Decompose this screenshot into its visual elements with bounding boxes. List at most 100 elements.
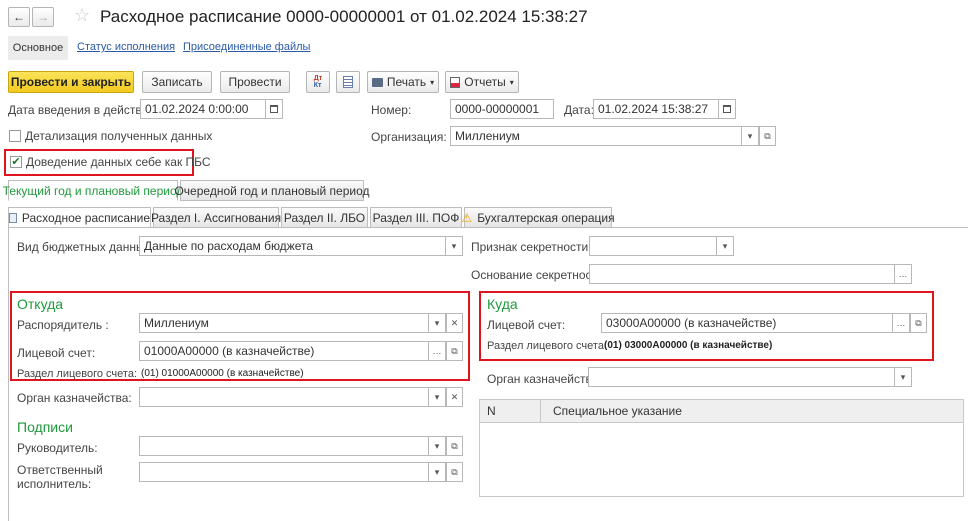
tab-next-year[interactable]: Очередной год и плановый период [174,180,370,201]
write-button[interactable]: Записать [142,71,212,93]
secrecy-field[interactable] [589,236,717,256]
forward-button[interactable]: → [32,7,54,27]
head-open-button[interactable]: ⧉ [446,436,463,456]
tab-current-year-label: Текущий год и плановый период [2,183,184,198]
manager-clear-button[interactable]: ✕ [446,313,463,333]
self-pbs-label: Доведение данных себе как ПБС [26,155,211,169]
open-window-icon: ⧉ [451,466,458,477]
report-icon [450,76,461,88]
treasury-dropdown[interactable]: ▾ [429,387,446,407]
effective-date-value: 01.02.2024 0:00:00 [145,102,249,116]
executor-field[interactable] [139,462,429,482]
tab-main[interactable]: Основное [8,36,68,60]
organization-label: Организация: [371,130,447,144]
post-and-close-label: Провести и закрыть [10,75,132,89]
printer-icon [371,77,383,87]
budget-type-dropdown[interactable]: ▾ [446,236,463,256]
print-label: Печать [386,75,427,89]
signatures-group-title: Подписи [17,419,73,435]
executor-label-line2: исполнитель: [17,477,92,491]
to-treasury-field[interactable] [588,367,895,387]
date-field[interactable]: 01.02.2024 15:38:27 [593,99,719,119]
chevron-down-icon: ▾ [722,240,728,251]
tab-current-year[interactable]: Текущий год и плановый период [3,180,183,201]
number-label: Номер: [371,103,412,117]
manager-dropdown[interactable]: ▾ [429,313,446,333]
to-section-value: (01) 03000A00000 (в казначействе) [604,340,773,351]
tab-section-1[interactable]: Раздел I. Ассигнования [150,207,282,228]
tab-section-2-label: Раздел II. ЛБО [283,210,366,225]
budget-type-field[interactable]: Данные по расходам бюджета [139,236,446,256]
head-dropdown[interactable]: ▾ [429,436,446,456]
close-icon: ✕ [450,317,459,328]
head-label: Руководитель: [17,441,98,455]
reports-button[interactable]: Отчеты ▾ [445,71,519,93]
open-window-icon: ⧉ [451,440,458,451]
number-field[interactable]: 0000-00000001 [450,99,554,119]
open-window-icon: ⧉ [764,130,771,141]
from-account-open-button[interactable]: ⧉ [446,341,463,361]
executor-label-line1: Ответственный [17,463,103,477]
to-treasury-dropdown[interactable]: ▾ [895,367,912,387]
post-label: Провести [228,75,282,89]
treasury-clear-button[interactable]: ✕ [446,387,463,407]
secrecy-basis-label: Основание секретности: [471,268,608,282]
manager-field[interactable]: Миллениум [139,313,429,333]
tab-attached-files-link[interactable]: Присоединенные файлы [183,41,310,53]
detail-checkbox[interactable] [9,130,21,142]
tab-expense-schedule[interactable]: Расходное расписание [8,207,151,228]
to-section-label: Раздел лицевого счета: [487,340,608,352]
treasury-field[interactable] [139,387,429,407]
self-pbs-checkbox[interactable]: ✔ [10,156,22,168]
executor-dropdown[interactable]: ▾ [429,462,446,482]
budget-type-label: Вид бюджетных данных: [17,240,154,254]
tab-next-year-label: Очередной год и плановый период [174,183,370,198]
to-account-open-button[interactable]: ⧉ [910,313,927,333]
dt-kt-button[interactable]: Дт Кт [306,71,330,93]
post-button[interactable]: Провести [220,71,290,93]
organization-field[interactable]: Миллениум [450,126,742,146]
secrecy-basis-select-button[interactable]: … [895,264,912,284]
calendar-button[interactable] [719,99,736,119]
tab-section-2[interactable]: Раздел II. ЛБО [281,207,368,228]
from-section-value: (01) 01000A00000 (в казначействе) [141,368,304,379]
effective-date-label: Дата введения в действие: [8,103,159,117]
favorite-star-icon[interactable]: ☆ [74,5,90,26]
calendar-icon [270,105,278,113]
tab-section-3[interactable]: Раздел III. ПОФ [370,207,462,228]
effective-date-field[interactable]: 01.02.2024 0:00:00 [140,99,266,119]
from-section-label: Раздел лицевого счета: [17,368,138,380]
list-button[interactable] [336,71,360,93]
chevron-down-icon: ▾ [900,371,906,382]
calendar-button[interactable] [266,99,283,119]
chevron-down-icon: ▾ [434,317,440,328]
table-header-n[interactable]: N [479,399,541,423]
post-and-close-button[interactable]: Провести и закрыть [8,71,134,93]
to-account-field[interactable]: 03000A00000 (в казначействе) [601,313,893,333]
print-button[interactable]: Печать ▾ [367,71,439,93]
organization-open-button[interactable]: ⧉ [759,126,776,146]
executor-open-button[interactable]: ⧉ [446,462,463,482]
back-button[interactable]: ← [8,7,30,27]
organization-dropdown[interactable]: ▾ [742,126,759,146]
from-account-select-button[interactable]: … [429,341,446,361]
number-value: 0000-00000001 [455,102,540,116]
tab-accounting-operation[interactable]: ⚠ Бухгалтерская операция [461,207,615,228]
from-account-field[interactable]: 01000A00000 (в казначействе) [139,341,429,361]
document-icon [9,212,17,223]
table-header-special[interactable]: Специальное указание [540,399,964,423]
secrecy-dropdown[interactable]: ▾ [717,236,734,256]
secrecy-basis-field[interactable] [589,264,895,284]
tab-main-label: Основное [12,42,64,54]
date-value: 01.02.2024 15:38:27 [598,102,709,116]
manager-label: Распорядитель : [17,318,109,332]
ellipsis-icon: … [432,346,442,356]
ellipsis-icon: … [898,269,908,279]
tab-section-1-label: Раздел I. Ассигнования [150,210,282,225]
tab-section-3-label: Раздел III. ПОФ [372,210,460,225]
tab-status-link[interactable]: Статус исполнения [77,41,175,53]
to-account-select-button[interactable]: … [893,313,910,333]
document-list-icon [343,76,353,88]
head-field[interactable] [139,436,429,456]
open-window-icon: ⧉ [915,317,922,328]
